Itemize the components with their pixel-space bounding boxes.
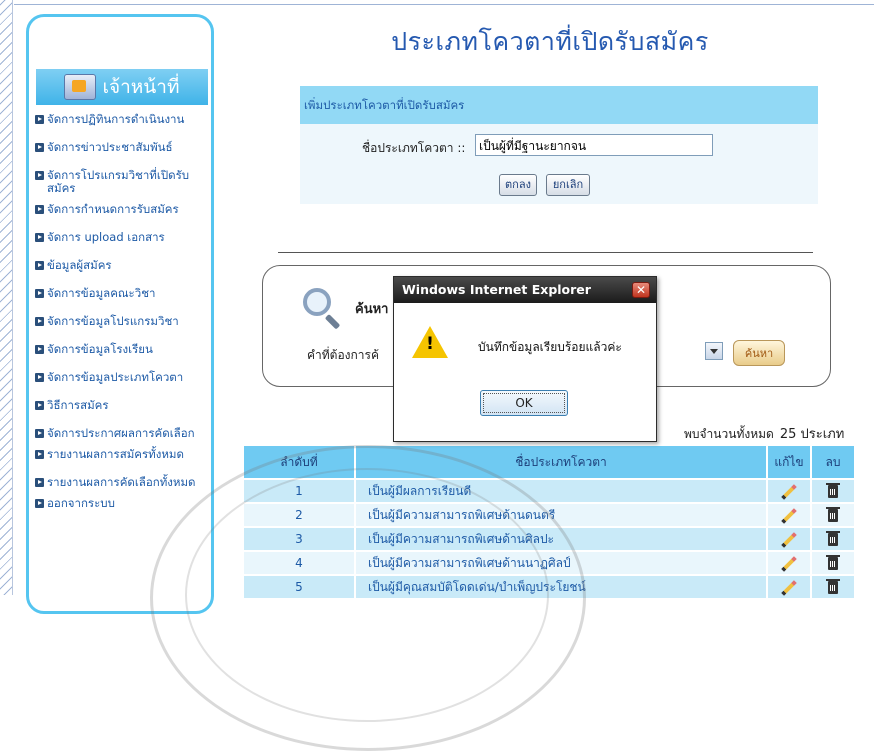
dialog-body: ! บันทึกข้อมูลเรียบร้อยแล้วค่ะ OK xyxy=(394,304,656,441)
sidebar-item-news[interactable]: จัดการข่าวประชาสัมพันธ์ xyxy=(35,141,215,154)
row-name-link[interactable]: เป็นผู้มีความสามารถพิเศษด้านดนตรี xyxy=(356,504,766,526)
warning-mark: ! xyxy=(426,334,434,354)
delete-cell xyxy=(812,528,854,550)
sidebar-item-upload[interactable]: จัดการ upload เอกสาร xyxy=(35,231,215,244)
edit-cell xyxy=(768,480,810,502)
result-count: พบจำนวนทั้งหมด 25 ประเภท xyxy=(684,423,844,444)
row-num: 3 xyxy=(244,528,354,550)
sidebar-item-report-applications[interactable]: รายงานผลการสมัครทั้งหมด xyxy=(35,448,215,461)
arrow-icon xyxy=(35,373,44,382)
row-name-link[interactable]: เป็นผู้มีความสามารถพิเศษด้านนาฏศิลป์ xyxy=(356,552,766,574)
header-edit: แก้ไข xyxy=(768,446,810,478)
search-heading: ค้นหา xyxy=(355,302,389,317)
close-icon[interactable]: ✕ xyxy=(632,282,650,298)
chevron-down-icon[interactable] xyxy=(705,342,723,360)
sidebar-menu: จัดการปฏิทินการดำเนินงาน จัดการข่าวประชา… xyxy=(35,113,215,525)
sidebar-item-how-to-apply[interactable]: วิธีการสมัคร xyxy=(35,399,215,412)
sidebar-item-programs[interactable]: จัดการข้อมูลโปรแกรมวิชา xyxy=(35,315,215,328)
arrow-icon xyxy=(35,499,44,508)
sidebar-title: เจ้าหน้าที่ xyxy=(36,69,208,105)
row-name-link[interactable]: เป็นผู้มีความสามารถพิเศษด้านศิลปะ xyxy=(356,528,766,550)
trash-icon[interactable] xyxy=(826,507,840,522)
arrow-icon xyxy=(35,115,44,124)
pencil-icon[interactable] xyxy=(781,555,797,572)
search-keyword-label: คำที่ต้องการค้ xyxy=(307,348,380,362)
ok-button[interactable]: ตกลง xyxy=(499,174,537,196)
pencil-icon[interactable] xyxy=(781,507,797,524)
header-name: ชื่อประเภทโควตา xyxy=(356,446,766,478)
row-num: 1 xyxy=(244,480,354,502)
dialog-message: บันทึกข้อมูลเรียบร้อยแล้วค่ะ xyxy=(478,340,622,354)
page-border-pattern xyxy=(0,0,13,595)
arrow-icon xyxy=(35,171,44,180)
quota-name-input[interactable]: เป็นผู้ที่มีฐานะยากจน xyxy=(475,134,713,156)
arrow-icon xyxy=(35,450,44,459)
sidebar-item-faculties[interactable]: จัดการข้อมูลคณะวิชา xyxy=(35,287,215,300)
arrow-icon xyxy=(35,345,44,354)
table-header: ลำดับที่ ชื่อประเภทโควตา แก้ไข ลบ xyxy=(244,446,854,478)
arrow-icon xyxy=(35,143,44,152)
arrow-icon xyxy=(35,478,44,487)
form-heading: เพิ่มประเภทโควตาที่เปิดรับสมัคร xyxy=(300,86,818,124)
dialog-titlebar: Windows Internet Explorer ✕ xyxy=(394,277,656,303)
arrow-icon xyxy=(35,317,44,326)
add-quota-form: เพิ่มประเภทโควตาที่เปิดรับสมัคร ชื่อประเ… xyxy=(300,86,818,204)
result-count-value: 25 ประเภท xyxy=(779,427,845,442)
arrow-icon xyxy=(35,233,44,242)
pencil-icon[interactable] xyxy=(781,531,797,548)
alert-dialog: Windows Internet Explorer ✕ ! บันทึกข้อม… xyxy=(393,276,657,442)
row-num: 2 xyxy=(244,504,354,526)
arrow-icon xyxy=(35,289,44,298)
pencil-icon[interactable] xyxy=(781,483,797,500)
trash-icon[interactable] xyxy=(826,483,840,498)
sidebar-item-calendar[interactable]: จัดการปฏิทินการดำเนินงาน xyxy=(35,113,215,126)
table-row: 1 เป็นผู้มีผลการเรียนดี xyxy=(244,480,854,502)
dialog-title: Windows Internet Explorer xyxy=(402,282,591,297)
delete-cell xyxy=(812,480,854,502)
cancel-button[interactable]: ยกเลิก xyxy=(546,174,590,196)
edit-cell xyxy=(768,504,810,526)
trash-icon[interactable] xyxy=(826,555,840,570)
edit-cell xyxy=(768,552,810,574)
section-divider xyxy=(278,252,813,253)
table-row: 2 เป็นผู้มีความสามารถพิเศษด้านดนตรี xyxy=(244,504,854,526)
trash-icon[interactable] xyxy=(826,531,840,546)
page-title: ประเภทโควตาที่เปิดรับสมัคร xyxy=(391,27,709,56)
sidebar-item-open-programs[interactable]: จัดการโปรแกรมวิชาที่เปิดรับสมัคร xyxy=(35,169,215,195)
quota-name-label: ชื่อประเภทโควตา :: xyxy=(362,141,466,155)
sidebar-item-logout[interactable]: ออกจากระบบ xyxy=(35,497,215,510)
table-row: 3 เป็นผู้มีความสามารถพิเศษด้านศิลปะ xyxy=(244,528,854,550)
sidebar: เจ้าหน้าที่ จัดการปฏิทินการดำเนินงาน จัด… xyxy=(26,14,214,614)
sidebar-item-quota-types[interactable]: จัดการข้อมูลประเภทโควตา xyxy=(35,371,215,384)
header-delete: ลบ xyxy=(812,446,854,478)
sidebar-item-schools[interactable]: จัดการข้อมูลโรงเรียน xyxy=(35,343,215,356)
delete-cell xyxy=(812,552,854,574)
sidebar-item-report-selection[interactable]: รายงานผลการคัดเลือกทั้งหมด xyxy=(35,476,215,489)
arrow-icon xyxy=(35,429,44,438)
edit-cell xyxy=(768,528,810,550)
pencil-icon[interactable] xyxy=(781,579,797,596)
sidebar-item-announce-results[interactable]: จัดการประกาศผลการคัดเลือก xyxy=(35,427,215,440)
form-row: ชื่อประเภทโควตา :: เป็นผู้ที่มีฐานะยากจน xyxy=(300,134,818,158)
row-num: 4 xyxy=(244,552,354,574)
sidebar-item-schedule[interactable]: จัดการกำหนดการรับสมัคร xyxy=(35,203,215,216)
table-row: 4 เป็นผู้มีความสามารถพิเศษด้านนาฏศิลป์ xyxy=(244,552,854,574)
magnifier-icon xyxy=(303,288,331,316)
sidebar-title-text: เจ้าหน้าที่ xyxy=(102,76,180,98)
sidebar-item-applicants[interactable]: ข้อมูลผู้สมัคร xyxy=(35,259,215,272)
trash-icon[interactable] xyxy=(826,579,840,594)
quota-table: ลำดับที่ ชื่อประเภทโควตา แก้ไข ลบ 1 เป็น… xyxy=(242,444,856,600)
staff-computer-icon xyxy=(64,74,97,100)
row-name-link[interactable]: เป็นผู้มีผลการเรียนดี xyxy=(356,480,766,502)
result-count-label: พบจำนวนทั้งหมด xyxy=(684,427,774,441)
arrow-icon xyxy=(35,401,44,410)
header-order: ลำดับที่ xyxy=(244,446,354,478)
arrow-icon xyxy=(35,205,44,214)
dialog-ok-button[interactable]: OK xyxy=(480,390,568,416)
search-button[interactable]: ค้นหา xyxy=(733,340,785,366)
delete-cell xyxy=(812,504,854,526)
top-rule xyxy=(14,4,874,5)
arrow-icon xyxy=(35,261,44,270)
